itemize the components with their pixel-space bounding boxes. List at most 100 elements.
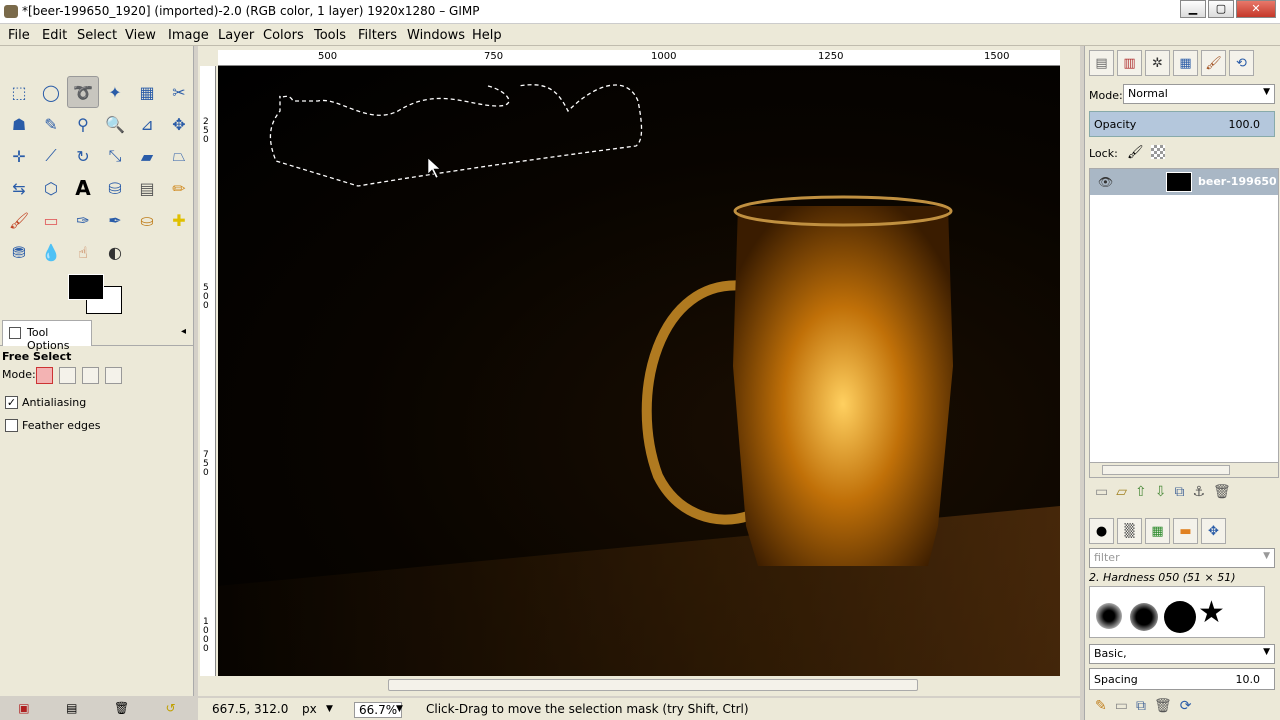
layer-row[interactable]: 👁 beer-199650_1920 xyxy=(1090,169,1278,195)
tab-undo-icon[interactable]: ⟲ xyxy=(1229,50,1254,76)
duplicate-brush-icon[interactable]: ⧉ xyxy=(1136,698,1146,714)
brush-grid[interactable]: ★ xyxy=(1089,586,1265,638)
layers-hscrollbar[interactable] xyxy=(1089,462,1279,478)
eraser-icon[interactable]: ▭ xyxy=(35,204,67,236)
mode-replace-button[interactable] xyxy=(36,367,53,384)
new-brush-icon[interactable]: ▭ xyxy=(1115,698,1128,714)
airbrush-icon[interactable]: ✑ xyxy=(67,204,99,236)
brush-item[interactable] xyxy=(1096,603,1122,629)
star-brush-icon[interactable]: ★ xyxy=(1198,597,1225,629)
brush-preset-select[interactable]: Basic, ▼ xyxy=(1089,644,1275,664)
scroll-thumb[interactable] xyxy=(388,679,918,691)
edit-brush-icon[interactable]: ✎ xyxy=(1095,698,1107,714)
menu-windows[interactable]: Windows xyxy=(407,28,465,43)
horizontal-scrollbar[interactable] xyxy=(218,676,1060,694)
rotate-icon[interactable]: ↻ xyxy=(67,140,99,172)
rect-select-icon[interactable]: ⬚ xyxy=(3,76,35,108)
scissors-icon[interactable]: ✂ xyxy=(163,76,195,108)
antialiasing-checkbox[interactable]: ✓ xyxy=(5,396,18,409)
tab-patterns-icon[interactable]: ▒ xyxy=(1117,518,1142,544)
bucket-fill-icon[interactable]: ⛁ xyxy=(99,172,131,204)
tab-paths-icon[interactable]: ✲ xyxy=(1145,50,1170,76)
scroll-thumb[interactable] xyxy=(1102,465,1230,475)
blend-icon[interactable]: ▤ xyxy=(131,172,163,204)
menu-help[interactable]: Help xyxy=(472,28,502,43)
pencil-icon[interactable]: ✏ xyxy=(163,172,195,204)
unit-dropdown-icon[interactable]: ▼ xyxy=(326,704,333,714)
menu-image[interactable]: Image xyxy=(168,28,209,43)
canvas-image[interactable] xyxy=(218,66,1060,676)
save-options-icon[interactable]: ▣ xyxy=(18,701,29,715)
flip-icon[interactable]: ⇆ xyxy=(3,172,35,204)
spacing-slider[interactable]: Spacing 10.0 xyxy=(1089,668,1275,690)
delete-layer-icon[interactable]: 🗑 xyxy=(1213,484,1231,500)
brush-filter-input[interactable]: filter ▼ xyxy=(1089,548,1275,568)
menu-select[interactable]: Select xyxy=(77,28,117,43)
paintbrush-icon[interactable]: 🖌 xyxy=(3,204,35,236)
smudge-icon[interactable]: ☝ xyxy=(67,236,99,268)
raise-layer-icon[interactable]: ⇧ xyxy=(1135,484,1147,500)
panel-menu-icon[interactable]: ◂ xyxy=(181,326,186,337)
delete-options-icon[interactable]: 🗑 xyxy=(114,701,129,715)
foreground-color[interactable] xyxy=(68,274,104,300)
brush-item[interactable] xyxy=(1164,601,1196,633)
ink-icon[interactable]: ✒ xyxy=(99,204,131,236)
perspective-icon[interactable]: ⏢ xyxy=(163,140,195,172)
unit-select[interactable]: px xyxy=(302,702,317,716)
menu-edit[interactable]: Edit xyxy=(42,28,67,43)
close-button[interactable]: ✕ xyxy=(1236,0,1276,18)
reset-options-icon[interactable]: ↺ xyxy=(166,701,176,715)
lock-alpha-icon[interactable] xyxy=(1151,145,1165,159)
tab-layers-icon[interactable]: ▤ xyxy=(1089,50,1114,76)
mode-subtract-button[interactable] xyxy=(82,367,99,384)
menu-layer[interactable]: Layer xyxy=(218,28,254,43)
shear-icon[interactable]: ▰ xyxy=(131,140,163,172)
heal-icon[interactable]: ✚ xyxy=(163,204,195,236)
color-picker-icon[interactable]: ⚲ xyxy=(67,108,99,140)
tab-gradients-icon[interactable]: ▦ xyxy=(1145,518,1170,544)
tab-brushes-icon[interactable]: ● xyxy=(1089,518,1114,544)
mode-add-button[interactable] xyxy=(59,367,76,384)
refresh-brushes-icon[interactable]: ⟳ xyxy=(1180,698,1192,714)
tab-histogram-icon[interactable]: ▦ xyxy=(1173,50,1198,76)
lower-layer-icon[interactable]: ⇩ xyxy=(1155,484,1167,500)
ellipse-select-icon[interactable]: ◯ xyxy=(35,76,67,108)
zoom-dropdown-icon[interactable]: ▼ xyxy=(396,704,403,714)
brush-item[interactable] xyxy=(1130,603,1158,631)
anchor-layer-icon[interactable]: ⚓ xyxy=(1192,484,1205,500)
zoom-icon[interactable]: 🔍 xyxy=(99,108,131,140)
new-layer-group-icon[interactable]: ▱ xyxy=(1116,484,1127,500)
menu-view[interactable]: View xyxy=(125,28,156,43)
eye-icon[interactable]: 👁 xyxy=(1098,175,1113,189)
feather-edges-checkbox[interactable] xyxy=(5,419,18,432)
text-icon[interactable]: A xyxy=(67,172,99,204)
color-select-icon[interactable]: ▦ xyxy=(131,76,163,108)
lock-pixels-icon[interactable]: 🖌 xyxy=(1127,145,1144,160)
dodge-burn-icon[interactable]: ◐ xyxy=(99,236,131,268)
opacity-slider[interactable]: Opacity 100.0 xyxy=(1089,111,1275,137)
menu-file[interactable]: File xyxy=(8,28,30,43)
minimize-button[interactable]: ▁ xyxy=(1180,0,1206,18)
tab-fonts-icon[interactable]: ▬ xyxy=(1173,518,1198,544)
blur-icon[interactable]: 💧 xyxy=(35,236,67,268)
crop-icon[interactable]: ⟋ xyxy=(35,140,67,172)
vertical-scrollbar[interactable] xyxy=(1060,56,1078,676)
zoom-select[interactable]: 66.7% xyxy=(354,702,403,718)
cage-icon[interactable]: ⬡ xyxy=(35,172,67,204)
fuzzy-select-icon[interactable]: ✦ xyxy=(99,76,131,108)
move-icon[interactable]: ✥ xyxy=(163,108,195,140)
color-swatches[interactable] xyxy=(68,274,124,316)
scale-icon[interactable]: ⤡ xyxy=(99,140,131,172)
new-layer-icon[interactable]: ▭ xyxy=(1095,484,1108,500)
tab-brushes-icon[interactable]: 🖌 xyxy=(1201,50,1226,76)
free-select-icon[interactable]: ➰ xyxy=(67,76,99,108)
mode-intersect-button[interactable] xyxy=(105,367,122,384)
perspective-clone-icon[interactable]: ⛃ xyxy=(3,236,35,268)
tab-channels-icon[interactable]: ▥ xyxy=(1117,50,1142,76)
duplicate-layer-icon[interactable]: ⧉ xyxy=(1174,484,1184,500)
menu-tools[interactable]: Tools xyxy=(314,28,346,43)
menu-colors[interactable]: Colors xyxy=(263,28,304,43)
layer-mode-select[interactable]: Normal ▼ xyxy=(1123,84,1275,104)
restore-options-icon[interactable]: ▤ xyxy=(66,701,77,715)
measure-icon[interactable]: ⊿ xyxy=(131,108,163,140)
